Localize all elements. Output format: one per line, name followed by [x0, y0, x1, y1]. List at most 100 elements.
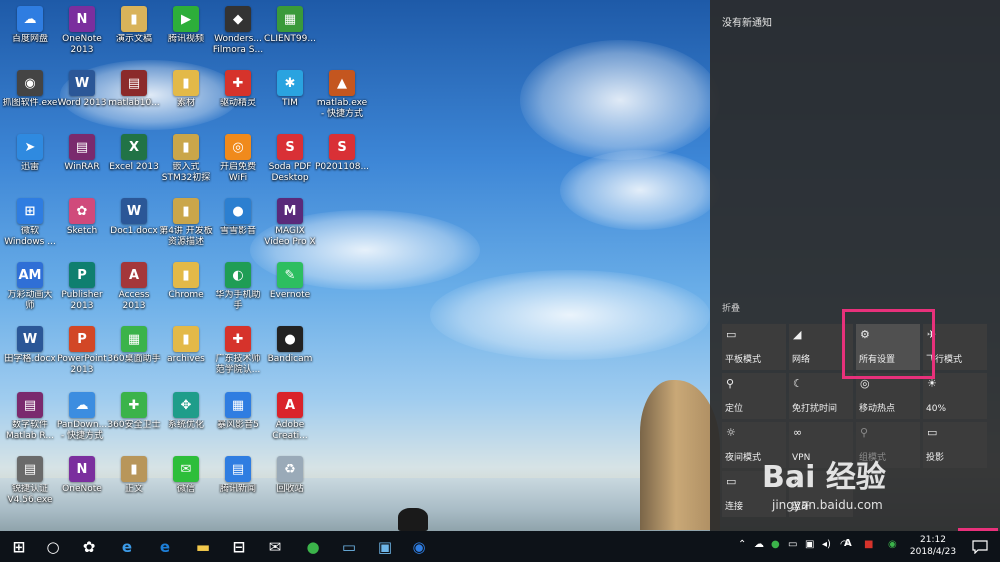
taskbar-mail[interactable]: ✉: [256, 531, 294, 562]
desktop-icon[interactable]: P PowerPoint 2013: [54, 322, 110, 384]
app-icon: M: [277, 198, 303, 224]
quick-action-tile[interactable]: ▭ 平板模式: [722, 324, 786, 370]
desktop-icon[interactable]: M MAGIX Video Pro X: [262, 194, 318, 256]
taskbar-app-blue[interactable]: ◉: [400, 531, 438, 562]
show-hidden-icons-icon[interactable]: ⌃: [738, 539, 746, 550]
desktop-icon[interactable]: ▮ 演示文稿: [106, 2, 162, 64]
watermark-url: jingyan.baidu.com: [772, 498, 883, 512]
tile-icon: ▭: [927, 426, 938, 439]
desktop-icon[interactable]: ▤ 腾讯新闻: [210, 452, 266, 514]
quick-action-tile[interactable]: ◎ 移动热点: [856, 373, 920, 419]
desktop-icon[interactable]: A Access 2013: [106, 258, 162, 320]
app-icon: ▤: [225, 456, 251, 482]
desktop-icon[interactable]: ◉ 抓图软件.exe: [2, 66, 58, 128]
quick-action-tile[interactable]: ✈ 飞行模式: [923, 324, 987, 370]
desktop-icon[interactable]: ✱ TIM: [262, 66, 318, 128]
desktop-icon[interactable]: ● Bandicam: [262, 322, 318, 384]
app-icon: X: [121, 134, 147, 160]
taskbar-store[interactable]: ⊟: [220, 531, 258, 562]
desktop-icon[interactable]: W Doc1.docx: [106, 194, 162, 256]
desktop-icon[interactable]: N OneNote 2013: [54, 2, 110, 64]
desktop-icon[interactable]: ✿ Sketch: [54, 194, 110, 256]
desktop-icon[interactable]: ⊞ 微软 Windows ...: [2, 194, 58, 256]
security-tray-icon[interactable]: ●: [771, 539, 780, 550]
taskbar-app-1[interactable]: ✿: [70, 531, 108, 562]
network-icon[interactable]: ▣: [805, 539, 814, 550]
clock[interactable]: 21:12 2018/4/23: [908, 534, 958, 558]
sogou-tray-icon[interactable]: ■: [864, 539, 873, 550]
desktop-icon[interactable]: ◆ Wonders... Filmora S...: [210, 2, 266, 64]
desktop-icon[interactable]: ☁ PanDown... - 快捷方式: [54, 388, 110, 450]
desktop-icon[interactable]: ✎ Evernote: [262, 258, 318, 320]
desktop-icon[interactable]: ✚ 广东技术师 范学院认...: [210, 322, 266, 384]
desktop-icon[interactable]: ▦ CLIENT99...: [262, 2, 318, 64]
desktop-icon[interactable]: ▦ 暴风影音5: [210, 388, 266, 450]
app-icon: ▮: [121, 456, 147, 482]
desktop-icon[interactable]: ☁ 百度网盘: [2, 2, 58, 64]
desktop-icon[interactable]: A Adobe Creati...: [262, 388, 318, 450]
desktop-icon[interactable]: ✚ 360安全卫士: [106, 388, 162, 450]
desktop-icon[interactable]: ✥ 系统优化: [158, 388, 214, 450]
desktop-icon[interactable]: ▲ matlab.exe - 快捷方式: [314, 66, 370, 128]
quick-action-tile[interactable]: ☾ 免打扰时间: [789, 373, 853, 419]
cloud-tray-icon[interactable]: ☁: [754, 539, 764, 550]
desktop-icon[interactable]: X Excel 2013: [106, 130, 162, 192]
rock-formation: [640, 380, 720, 530]
desktop-icon[interactable]: AM 万彩动画大 师: [2, 258, 58, 320]
tile-label: 平板模式: [725, 355, 762, 365]
battery-icon[interactable]: ▭: [788, 539, 797, 550]
desktop-icon[interactable]: N OneNote: [54, 452, 110, 514]
quick-action-tile[interactable]: ⚙ 所有设置: [856, 324, 920, 370]
desktop-icon[interactable]: W Word 2013: [54, 66, 110, 128]
runner-silhouette: [398, 508, 428, 531]
desktop-icon[interactable]: ▤ WinRAR: [54, 130, 110, 192]
taskbar-ie[interactable]: e: [108, 531, 146, 562]
desktop-icon-label: 暴风影音5: [217, 420, 259, 430]
desktop-icon[interactable]: W 田字格.docx: [2, 322, 58, 384]
desktop-icon[interactable]: ▮ 嵌入式 STM32初探: [158, 130, 214, 192]
desktop-icon[interactable]: ◐ 华为手机助 手: [210, 258, 266, 320]
desktop-icon-label: 第4讲 开发板 资源描述: [159, 226, 213, 247]
quick-action-tile[interactable]: ☀ 40%: [923, 373, 987, 419]
volume-icon[interactable]: ◂): [822, 539, 831, 550]
desktop-icon[interactable]: ▶ 腾讯视频: [158, 2, 214, 64]
app-icon: ▮: [173, 262, 199, 288]
tile-label: 飞行模式: [926, 355, 963, 365]
taskbar-app-green[interactable]: ●: [294, 531, 332, 562]
desktop-icon[interactable]: ✚ 驱动精灵: [210, 66, 266, 128]
desktop-icon[interactable]: ▮ 素材: [158, 66, 214, 128]
desktop-icon[interactable]: ▤ 数字软件 Matlab R...: [2, 388, 58, 450]
desktop-icon[interactable]: ● 雪雪影音: [210, 194, 266, 256]
desktop-icon[interactable]: S P0201108...: [314, 130, 370, 192]
taskbar-app-pc[interactable]: ▭: [330, 531, 368, 562]
desktop-icon[interactable]: ✉ 微信: [158, 452, 214, 514]
desktop-icon[interactable]: ▮ archives: [158, 322, 214, 384]
desktop-icon[interactable]: ▮ Chrome: [158, 258, 214, 320]
quick-action-tile[interactable]: ◢ 网络: [789, 324, 853, 370]
input-method-indicator[interactable]: A: [844, 538, 852, 549]
360-tray-icon[interactable]: ◉: [888, 539, 897, 550]
app-icon: ✚: [121, 392, 147, 418]
desktop-icon[interactable]: ▮ 正文: [106, 452, 162, 514]
desktop-icon[interactable]: ▤ 锐捷认证 V4.56.exe: [2, 452, 58, 514]
desktop-icon[interactable]: S Soda PDF Desktop: [262, 130, 318, 192]
desktop-icon[interactable]: ▮ 第4讲 开发板 资源描述: [158, 194, 214, 256]
quick-action-tile[interactable]: ⚲ 定位: [722, 373, 786, 419]
tile-label: 定位: [725, 404, 744, 414]
desktop-icon[interactable]: ▦ 360桌面助手: [106, 322, 162, 384]
action-center-button[interactable]: [962, 531, 998, 562]
desktop-icon[interactable]: ♻ 回收站: [262, 452, 318, 514]
desktop-icon-label: 华为手机助 手: [215, 290, 261, 311]
collapse-link[interactable]: 折叠: [722, 301, 740, 314]
desktop-icon[interactable]: ▤ matlab10...: [106, 66, 162, 128]
taskbar-explorer[interactable]: ▬: [184, 531, 222, 562]
taskbar-edge[interactable]: e: [146, 531, 184, 562]
desktop-icon[interactable]: ➤ 迅雷: [2, 130, 58, 192]
cortana-button[interactable]: ○: [34, 531, 72, 562]
start-button[interactable]: ⊞: [0, 531, 38, 562]
taskbar-app-window[interactable]: ▣: [366, 531, 404, 562]
desktop-icon[interactable]: P Publisher 2013: [54, 258, 110, 320]
tile-icon: ◎: [860, 377, 870, 390]
desktop-icon[interactable]: ◎ 开启免费 WiFi: [210, 130, 266, 192]
app-icon: ●: [225, 198, 251, 224]
